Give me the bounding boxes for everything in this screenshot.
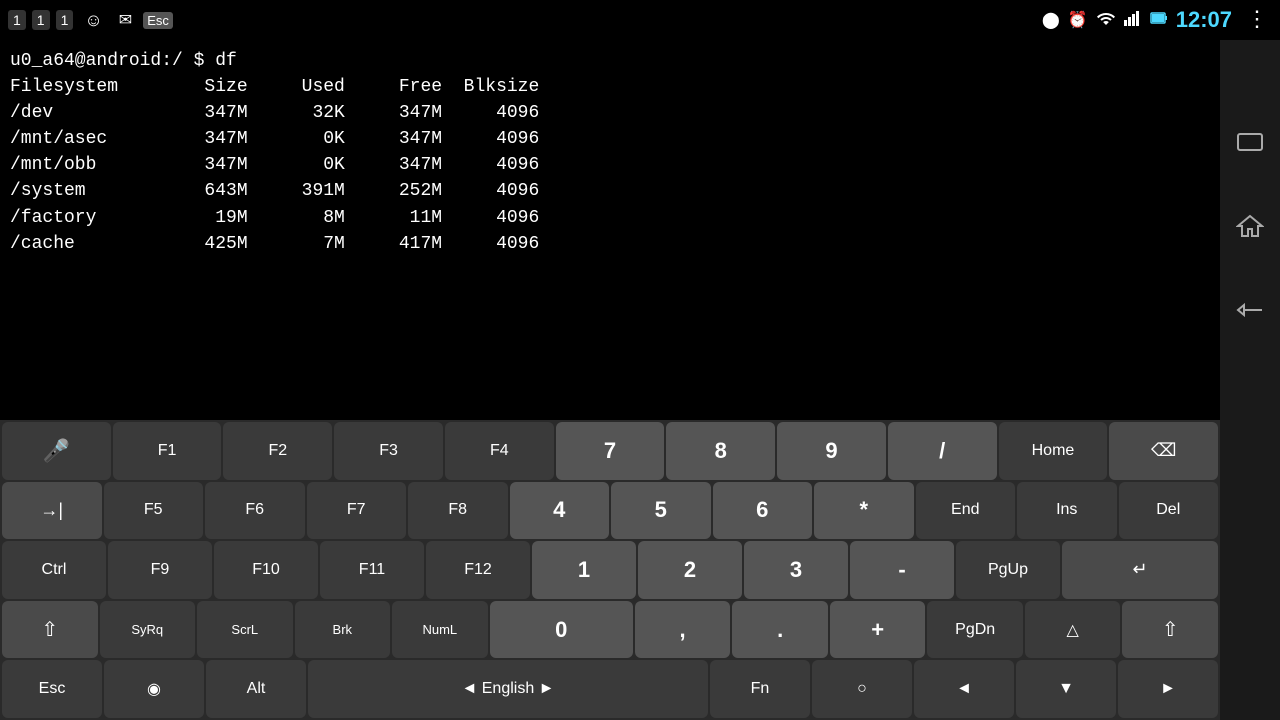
keyboard-row-1: 🎤 F1 F2 F3 F4 7 8 9 / Home ⌫	[0, 420, 1220, 480]
key-settings[interactable]: ◉	[104, 660, 204, 718]
key-plus[interactable]: +	[830, 601, 926, 659]
key-f8[interactable]: F8	[408, 482, 508, 540]
key-circle[interactable]: ○	[812, 660, 912, 718]
terminal-line-5: /system 643M 391M 252M 4096	[10, 178, 1210, 204]
key-f12[interactable]: F12	[426, 541, 530, 599]
key-8[interactable]: 8	[666, 422, 775, 480]
terminal-output: u0_a64@android:/ $ dfFilesystem Size Use…	[0, 40, 1220, 420]
notif-esc: Esc	[143, 12, 173, 29]
key-right-arrow[interactable]: ►	[1118, 660, 1218, 718]
key-f1[interactable]: F1	[113, 422, 222, 480]
wifi-icon	[1096, 10, 1116, 31]
key-2[interactable]: 2	[638, 541, 742, 599]
key-tab[interactable]: →|	[2, 482, 102, 540]
terminal-line-1: Filesystem Size Used Free Blksize	[10, 74, 1210, 100]
key-pgdn[interactable]: PgDn	[927, 601, 1023, 659]
clock: 12:07	[1176, 7, 1232, 33]
status-bar: ⬤ ⏰ 12:07 ⋮	[1080, 0, 1280, 40]
key-9[interactable]: 9	[777, 422, 886, 480]
key-f7[interactable]: F7	[307, 482, 407, 540]
key-slash[interactable]: /	[888, 422, 997, 480]
key-f2[interactable]: F2	[223, 422, 332, 480]
nav-home[interactable]	[1228, 204, 1272, 248]
keyboard-row-4: ⇧ SyRq ScrL Brk NumL 0 , . + PgDn △ ⇧	[0, 599, 1220, 659]
key-esc[interactable]: Esc	[2, 660, 102, 718]
keyboard-row-3: Ctrl F9 F10 F11 F12 1 2 3 - PgUp ↵	[0, 539, 1220, 599]
key-comma[interactable]: ,	[635, 601, 731, 659]
key-f11[interactable]: F11	[320, 541, 424, 599]
key-left-arrow[interactable]: ◄	[914, 660, 1014, 718]
key-sysrq[interactable]: SyRq	[100, 601, 196, 659]
key-language[interactable]: ◄ English ►	[308, 660, 708, 718]
key-minus[interactable]: -	[850, 541, 954, 599]
key-shift-left[interactable]: ⇧	[2, 601, 98, 659]
terminal-line-4: /mnt/obb 347M 0K 347M 4096	[10, 152, 1210, 178]
key-f6[interactable]: F6	[205, 482, 305, 540]
key-end[interactable]: End	[916, 482, 1016, 540]
keyboard: 🎤 F1 F2 F3 F4 7 8 9 / Home ⌫ →| F5 F6 F7…	[0, 420, 1220, 720]
alarm-icon: ⏰	[1068, 10, 1088, 30]
key-del[interactable]: Del	[1119, 482, 1219, 540]
notif-1: 1	[8, 10, 26, 30]
nav-back[interactable]	[1228, 288, 1272, 332]
key-numl[interactable]: NumL	[392, 601, 488, 659]
notif-2: 1	[32, 10, 50, 30]
key-mic[interactable]: 🎤	[2, 422, 111, 480]
key-ins[interactable]: Ins	[1017, 482, 1117, 540]
notif-mail: ✉	[114, 8, 137, 32]
key-brk[interactable]: Brk	[295, 601, 391, 659]
key-f10[interactable]: F10	[214, 541, 318, 599]
key-alt[interactable]: Alt	[206, 660, 306, 718]
key-3[interactable]: 3	[744, 541, 848, 599]
key-f3[interactable]: F3	[334, 422, 443, 480]
notif-bar: 1 1 1 ☺ ✉ Esc	[0, 0, 173, 40]
terminal-line-0: u0_a64@android:/ $ df	[10, 48, 1210, 74]
key-5[interactable]: 5	[611, 482, 711, 540]
key-7[interactable]: 7	[556, 422, 665, 480]
key-0[interactable]: 0	[490, 601, 633, 659]
key-home[interactable]: Home	[999, 422, 1108, 480]
signal-icon	[1124, 10, 1142, 31]
key-up-arrow[interactable]: △	[1025, 601, 1121, 659]
key-pgup[interactable]: PgUp	[956, 541, 1060, 599]
key-shift-right[interactable]: ⇧	[1122, 601, 1218, 659]
terminal-line-7: /cache 425M 7M 417M 4096	[10, 231, 1210, 257]
keyboard-row-2: →| F5 F6 F7 F8 4 5 6 * End Ins Del	[0, 480, 1220, 540]
right-nav	[1220, 40, 1280, 720]
key-down-arrow[interactable]: ▼	[1016, 660, 1116, 718]
key-ctrl[interactable]: Ctrl	[2, 541, 106, 599]
bluetooth-icon: ⬤	[1042, 10, 1060, 30]
nav-recent-apps[interactable]	[1228, 120, 1272, 164]
key-backspace[interactable]: ⌫	[1109, 422, 1218, 480]
notif-smiley: ☺	[79, 8, 107, 33]
key-scrl[interactable]: ScrL	[197, 601, 293, 659]
terminal-line-6: /factory 19M 8M 11M 4096	[10, 205, 1210, 231]
key-f4[interactable]: F4	[445, 422, 554, 480]
key-f9[interactable]: F9	[108, 541, 212, 599]
key-asterisk[interactable]: *	[814, 482, 914, 540]
key-1[interactable]: 1	[532, 541, 636, 599]
terminal-line-3: /mnt/asec 347M 0K 347M 4096	[10, 126, 1210, 152]
notif-3: 1	[56, 10, 74, 30]
key-6[interactable]: 6	[713, 482, 813, 540]
key-f5[interactable]: F5	[104, 482, 204, 540]
keyboard-row-5: Esc ◉ Alt ◄ English ► Fn ○ ◄ ▼ ►	[0, 658, 1220, 720]
key-fn[interactable]: Fn	[710, 660, 810, 718]
overflow-menu[interactable]: ⋮	[1246, 7, 1268, 33]
battery-icon	[1150, 10, 1168, 31]
terminal-line-2: /dev 347M 32K 347M 4096	[10, 100, 1210, 126]
key-4[interactable]: 4	[510, 482, 610, 540]
key-enter[interactable]: ↵	[1062, 541, 1218, 599]
key-dot[interactable]: .	[732, 601, 828, 659]
